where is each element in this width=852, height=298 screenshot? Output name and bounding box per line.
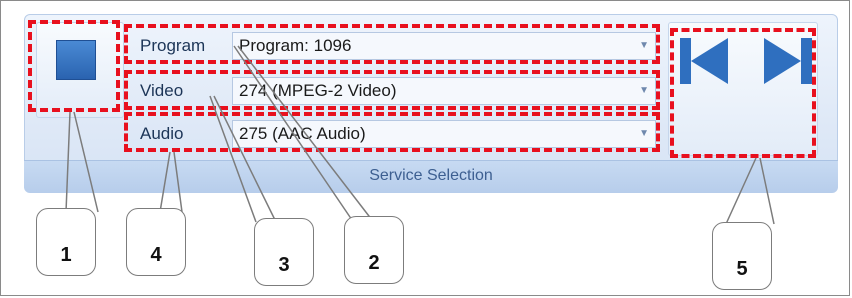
callout-3: 3 xyxy=(254,218,314,286)
callout-1: 1 xyxy=(36,208,96,276)
callout-5: 5 xyxy=(712,222,772,290)
callout-2: 2 xyxy=(344,216,404,284)
callout-4: 4 xyxy=(126,208,186,276)
